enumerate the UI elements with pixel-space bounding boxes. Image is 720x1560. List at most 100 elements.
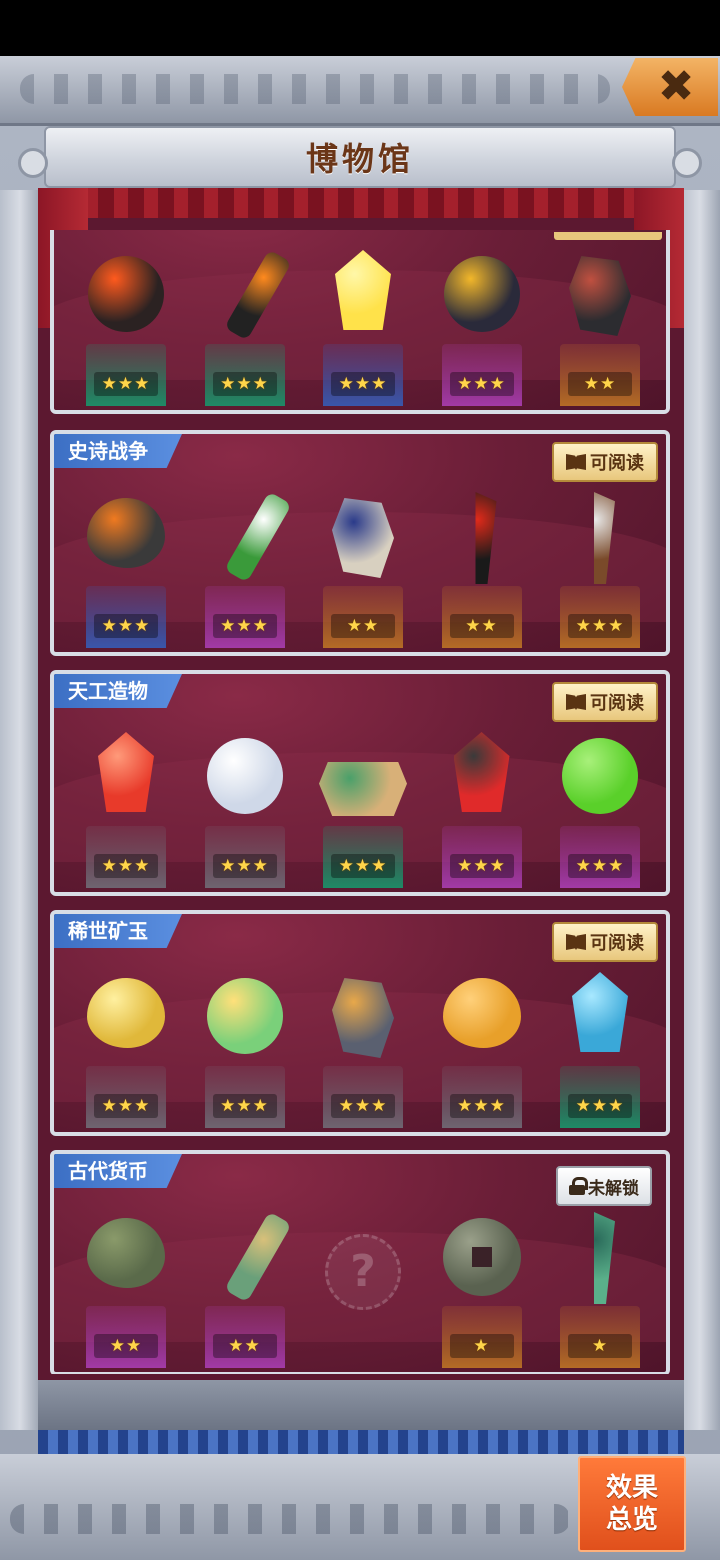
display-pedestal [323, 1306, 403, 1368]
unknown-item-icon: ? [325, 1234, 401, 1310]
exhibit-shelf: 稀世矿玉 可阅读 ★★★ ★★★ ★★★ ★★★ ★★★ [50, 910, 670, 1136]
exhibit-slot[interactable]: ★★★ [317, 958, 409, 1128]
green-jade-orb-icon [562, 738, 638, 814]
exhibit-shelf: 天工造物 可阅读 ★★★ ★★★ ★★★ ★★★ ★★★ [50, 670, 670, 896]
title-scroll-left-ornament [18, 148, 48, 178]
cloud-glass-orb-icon [206, 738, 283, 814]
exhibit-slot[interactable]: ★★ [317, 478, 409, 648]
category-tag: 天工造物 [54, 674, 182, 708]
rainbow-pearl-icon [206, 978, 283, 1054]
star-rating: ★★★ [331, 372, 395, 396]
exhibit-slot[interactable]: ★★★ [436, 236, 528, 406]
category-tag: 史诗战争 [54, 434, 182, 468]
blue-trim [38, 1430, 684, 1454]
exhibit-slot[interactable]: ★★★ [199, 478, 292, 648]
exhibit-slot[interactable]: ★★★ [554, 958, 646, 1128]
exhibit-slot[interactable]: ★★★ [80, 478, 172, 648]
effect-overview-button[interactable]: 效果 总览 [578, 1456, 686, 1552]
exhibit-slot[interactable]: ★★★ [80, 958, 172, 1128]
locked-label: 未解锁 [588, 1178, 639, 1199]
page-title: 博物馆 [305, 140, 414, 178]
star-rating: ★★★ [449, 1094, 514, 1118]
star-rating: ★★★ [568, 614, 632, 638]
star-rating: ★★★ [94, 372, 158, 396]
readable-button[interactable]: 可阅读 [552, 922, 658, 962]
gray-ore-chunk-icon [332, 978, 394, 1058]
exhibit-shelf-top-partial: ★★★ ★★★ ★★★ ★★★ ★★ [50, 230, 670, 414]
close-button[interactable]: ✖ [622, 58, 718, 116]
right-pillar [680, 190, 720, 1430]
category-tag: 古代货币 [54, 1154, 182, 1188]
status-bar-area [0, 0, 720, 56]
left-pillar [0, 190, 40, 1430]
star-rating: ★★ [331, 614, 395, 638]
star-rating: ★★★ [94, 1094, 158, 1118]
exhibit-slot[interactable]: ★ [554, 1198, 646, 1368]
book-icon [566, 454, 586, 470]
exhibit-slot[interactable]: ★★★ [317, 236, 409, 406]
star-rating: ★★★ [212, 372, 277, 396]
exhibit-slot[interactable]: ★ [436, 1198, 528, 1368]
exhibit-shelf: 古代货币 未解锁 ★★ ★★? ★ ★ [50, 1150, 670, 1374]
readable-button[interactable]: 可阅读 [552, 442, 658, 482]
readable-button[interactable]: 可阅读 [552, 682, 658, 722]
ringed-planet-icon [443, 256, 520, 332]
exhibit-slot[interactable]: ★★ [199, 1198, 292, 1368]
jade-key-coin-icon [223, 1211, 292, 1303]
title-scroll-right-ornament [672, 148, 702, 178]
frame-top-ornament [0, 56, 720, 126]
lava-spiral-orb-icon [88, 256, 164, 332]
effect-overview-line2: 总览 [605, 1505, 658, 1535]
star-rating: ★★ [94, 1334, 158, 1358]
exhibit-slot[interactable]: ★★★ [436, 718, 528, 888]
lock-icon [569, 1177, 588, 1195]
star-rating: ★ [449, 1334, 514, 1358]
exhibit-slot[interactable]: ★★★ [199, 958, 291, 1128]
exhibit-slot[interactable]: ★★★ [436, 958, 528, 1128]
exhibit-slot[interactable]: ★★ [554, 236, 646, 406]
dark-wizard-figure-icon [569, 256, 631, 336]
exhibit-slot[interactable]: ★★★ [554, 718, 646, 888]
book-icon [566, 934, 586, 950]
aqua-crystal-splash-icon [572, 972, 628, 1052]
star-rating: ★★★ [212, 854, 277, 878]
flame-serpent-icon [223, 249, 292, 341]
star-rating: ★★★ [449, 854, 514, 878]
star-rating: ★★★ [212, 1094, 277, 1118]
exhibit-slot[interactable]: ★★★ [199, 718, 291, 888]
exhibit-slot[interactable]: ★★★ [554, 478, 646, 648]
exhibit-slot[interactable]: ★★★ [80, 236, 172, 406]
feathered-crossbow-icon [594, 492, 615, 584]
flame-great-sword-icon [475, 492, 497, 584]
category-tag: 稀世矿玉 [54, 914, 182, 948]
star-rating: ★★ [568, 372, 632, 396]
close-icon: ✖ [657, 61, 695, 112]
effect-overview-line1: 效果 [605, 1473, 658, 1503]
star-rating: ★★★ [94, 614, 158, 638]
exhibit-slot[interactable]: ★★★ [80, 718, 172, 888]
exhibit-scroll-list[interactable]: ★★★ ★★★ ★★★ ★★★ ★★ 史诗战争 可阅读 ★★★ ★★★ ★★ ★★ ★★★ 天工… [50, 230, 670, 1374]
readable-label: 可阅读 [590, 453, 644, 474]
bottom-rail [38, 1380, 684, 1430]
star-rating: ★★★ [331, 854, 395, 878]
exhibit-slot[interactable]: ★★ [436, 478, 528, 648]
stage-curtain [38, 188, 684, 218]
rainbow-sand-box-icon [319, 762, 407, 816]
jade-knife-coin-icon [594, 1212, 615, 1304]
star-rating: ★★★ [94, 854, 158, 878]
exhibit-slot[interactable]: ★★ [80, 1198, 172, 1368]
book-icon [566, 694, 586, 710]
gold-stone-egg-icon [87, 978, 165, 1048]
dragon-skull-icon [332, 498, 394, 578]
ruby-on-rock-icon [453, 732, 510, 812]
exhibit-shelf: 史诗战争 可阅读 ★★★ ★★★ ★★ ★★ ★★★ [50, 430, 670, 656]
square-hole-coin-icon [442, 1218, 521, 1296]
star-rating: ★★★ [449, 372, 514, 396]
exhibit-slot[interactable]: ★★★ [199, 236, 292, 406]
star-rating: ★★★ [331, 1094, 395, 1118]
amber-swirl-stone-icon [442, 978, 521, 1048]
exhibit-slot[interactable]: ? [317, 1198, 409, 1368]
bronze-shell-coin-icon [87, 1218, 165, 1288]
exhibit-slot[interactable]: ★★★ [317, 718, 409, 888]
lily-of-the-valley-icon [223, 491, 292, 583]
